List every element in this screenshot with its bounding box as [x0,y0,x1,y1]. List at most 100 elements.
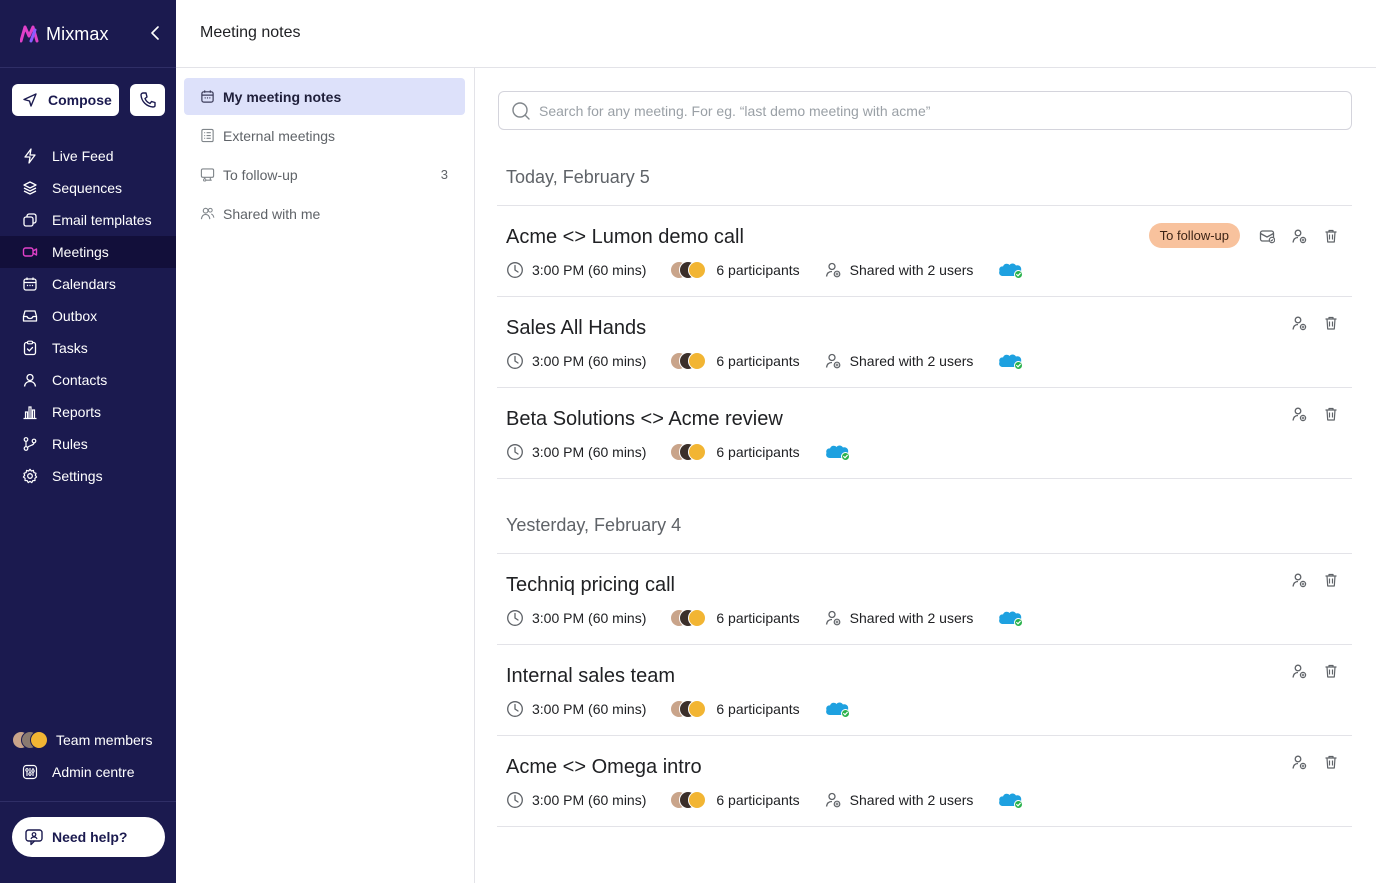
clipboard-check-icon [22,340,38,356]
compose-button[interactable]: Compose [12,84,119,116]
collapse-sidebar-button[interactable] [146,24,164,42]
meeting-participants[interactable]: 6 participants [670,443,800,461]
sidebar-nav: Live Feed Sequences Email templates Meet… [0,140,176,492]
share-user-icon[interactable] [1290,405,1308,423]
meeting-row-acme-lumon[interactable]: Acme <> Lumon demo call 3:00 PM (60 mins… [497,206,1352,297]
sidebar-item-rules[interactable]: Rules [0,428,176,460]
meeting-title: Techniq pricing call [506,574,675,596]
send-icon [23,93,37,107]
share-user-icon[interactable] [1290,227,1308,245]
meeting-time: 3:00 PM (60 mins) [506,609,646,627]
bar-chart-icon [22,404,38,420]
sidebar-item-live-feed[interactable]: Live Feed [0,140,176,172]
trash-icon[interactable] [1322,405,1340,423]
need-help-button[interactable]: Need help? [12,817,165,857]
clock-icon [507,262,523,278]
trash-icon[interactable] [1322,753,1340,771]
meeting-meta: 3:00 PM (60 mins) 6 participants Shared … [506,260,1025,280]
participants-count: 6 participants [716,353,800,369]
sidebar-item-email-templates[interactable]: Email templates [0,204,176,236]
trash-icon[interactable] [1322,662,1340,680]
people-icon [200,207,215,220]
gear-icon [22,468,38,484]
sidebar-item-meetings[interactable]: Meetings [0,236,176,268]
participant-avatars [670,700,708,718]
sidebar-item-contacts[interactable]: Contacts [0,364,176,396]
team-avatars [12,731,48,749]
meeting-row-techniq[interactable]: Techniq pricing call 3:00 PM (60 mins) 6… [497,554,1352,645]
shared-text: Shared with 2 users [849,353,974,369]
trash-icon[interactable] [1322,227,1340,245]
meeting-participants[interactable]: 6 participants [670,791,800,809]
sidebar-bottom: Team members Admin centre [0,724,176,788]
admin-centre-label: Admin centre [52,764,135,780]
share-user-icon[interactable] [1290,571,1308,589]
meeting-participants[interactable]: 6 participants [670,609,800,627]
follow-up-badge[interactable]: To follow-up [1148,223,1240,248]
subnav-item-shared-with-me[interactable]: Shared with me [184,195,465,232]
team-members-link[interactable]: Team members [0,724,176,756]
trash-icon[interactable] [1322,571,1340,589]
app-name: Mixmax [46,23,109,44]
participant-avatars [670,791,708,809]
outbox-icon [22,308,38,324]
sidebar-item-label: Meetings [52,244,109,260]
subnav-item-to-follow-up[interactable]: To follow-up 3 [184,156,465,193]
share-user-icon[interactable] [1290,753,1308,771]
subnav-item-my-meeting-notes[interactable]: My meeting notes [184,78,465,115]
compose-label: Compose [48,92,112,108]
meeting-shared[interactable]: Shared with 2 users [824,261,973,279]
salesforce-cloud-icon [825,702,850,718]
subnav-item-label: Shared with me [223,205,321,222]
avatar [688,609,707,627]
sidebar-item-sequences[interactable]: Sequences [0,172,176,204]
sidebar-item-label: Rules [52,436,88,452]
participants-count: 6 participants [716,792,800,808]
meeting-participants[interactable]: 6 participants [670,261,800,279]
sidebar-item-label: Calendars [52,276,116,292]
sidebar-item-tasks[interactable]: Tasks [0,332,176,364]
meeting-participants[interactable]: 6 participants [670,700,800,718]
meeting-shared[interactable]: Shared with 2 users [824,352,974,370]
meeting-title: Acme <> Lumon demo call [506,226,744,248]
participant-avatars [670,609,708,627]
meeting-row-acme-omega[interactable]: Acme <> Omega intro 3:00 PM (60 mins) 6 … [497,736,1352,827]
meeting-search-bar[interactable] [498,91,1352,130]
clock-icon [507,444,523,460]
share-user-icon[interactable] [1290,662,1308,680]
calendar-icon [22,276,38,292]
meeting-shared[interactable]: Shared with 2 users [824,609,973,627]
meeting-participants[interactable]: 6 participants [670,352,800,370]
sidebar-item-settings[interactable]: Settings [0,460,176,492]
brand[interactable]: Mixmax [20,22,109,46]
meeting-row-beta-acme[interactable]: Beta Solutions <> Acme review 3:00 PM (6… [497,388,1352,479]
salesforce-synced [997,790,1025,810]
avatar [688,791,707,809]
sidebar-item-label: Live Feed [52,148,114,164]
participants-count: 6 participants [716,701,800,717]
admin-centre-link[interactable]: Admin centre [0,756,176,788]
sidebar-item-outbox[interactable]: Outbox [0,300,176,332]
sidebar-item-label: Settings [52,468,103,484]
share-user-icon[interactable] [1290,314,1308,332]
sidebar-item-reports[interactable]: Reports [0,396,176,428]
call-button[interactable] [130,84,165,116]
sidebar-item-calendars[interactable]: Calendars [0,268,176,300]
subnav-item-external-meetings[interactable]: External meetings [184,117,465,154]
trash-icon[interactable] [1322,314,1340,332]
salesforce-cloud-icon [999,263,1024,279]
meeting-shared[interactable]: Shared with 2 users [824,791,973,809]
help-chat-icon [25,829,43,846]
calendar-icon [201,90,214,103]
meeting-time: 3:00 PM (60 mins) [506,700,646,718]
shared-user-icon [825,262,841,278]
clock-icon [507,792,523,808]
salesforce-synced [997,260,1025,280]
clock-icon [507,610,523,626]
meeting-notes-subnav: My meeting notes External meetings To fo… [176,68,475,883]
search-input[interactable] [539,102,1329,119]
meeting-row-sales-all-hands[interactable]: Sales All Hands 3:00 PM (60 mins) 6 part… [497,297,1352,388]
mark-followup-icon[interactable] [1258,227,1276,245]
meeting-row-internal-sales[interactable]: Internal sales team 3:00 PM (60 mins) 6 … [497,645,1352,736]
avatar [688,261,707,279]
